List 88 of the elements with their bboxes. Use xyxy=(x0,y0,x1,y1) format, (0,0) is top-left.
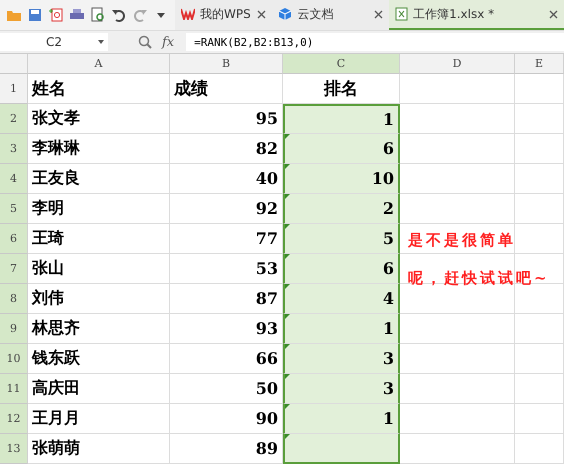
w-logo-icon xyxy=(181,8,195,20)
table-cell: 高庆田 xyxy=(28,374,170,404)
table-cell: 李明 xyxy=(28,194,170,224)
error-flag-icon xyxy=(285,314,290,319)
row-header[interactable]: 10 xyxy=(0,344,28,374)
error-flag-icon xyxy=(285,254,290,259)
row-header[interactable]: 12 xyxy=(0,404,28,434)
row-header[interactable]: 1 xyxy=(0,74,28,104)
document-tab[interactable]: 工作簿1.xlsx * xyxy=(389,0,564,30)
table-cell: 6 xyxy=(283,134,400,164)
document-tab[interactable]: 我的WPS xyxy=(175,0,272,30)
table-cell: 姓名 xyxy=(28,74,170,104)
table-cell: 王友良 xyxy=(28,164,170,194)
error-flag-icon xyxy=(285,224,290,229)
row-header[interactable]: 13 xyxy=(0,434,28,464)
column-header[interactable]: E xyxy=(515,54,564,74)
error-flag-icon xyxy=(285,374,290,379)
table-cell: 3 xyxy=(283,344,400,374)
document-tab[interactable]: 云文档 xyxy=(272,0,390,30)
table-cell: 3 xyxy=(283,374,400,404)
table-cell: 87 xyxy=(170,284,283,314)
error-flag-icon xyxy=(285,434,290,439)
column-header[interactable]: C xyxy=(283,54,400,74)
row-header[interactable]: 5 xyxy=(0,194,28,224)
table-cell: 4 xyxy=(283,284,400,314)
table-cell: 1 xyxy=(283,404,400,434)
column-header[interactable]: D xyxy=(400,54,515,74)
row-header[interactable]: 8 xyxy=(0,284,28,314)
close-icon[interactable] xyxy=(257,10,266,18)
column-header[interactable]: B xyxy=(170,54,283,74)
table-cell: 李琳琳 xyxy=(28,134,170,164)
note-text: 呢，赶快试试吧~ xyxy=(408,270,550,286)
table-cell: 77 xyxy=(170,224,283,254)
cube-icon xyxy=(278,7,292,21)
table-cell: 王月月 xyxy=(28,404,170,434)
row-header[interactable]: 6 xyxy=(0,224,28,254)
table-cell: 89 xyxy=(170,434,283,464)
table-cell: 张山 xyxy=(28,254,170,284)
error-flag-icon xyxy=(285,284,290,289)
error-flag-icon xyxy=(285,344,290,349)
preview-icon[interactable] xyxy=(90,7,106,23)
undo-icon[interactable] xyxy=(111,7,127,23)
function-label[interactable]: fx xyxy=(162,34,174,50)
table-cell: 2 xyxy=(283,194,400,224)
row-header[interactable]: 2 xyxy=(0,104,28,134)
note-text: 是不是很简单 xyxy=(408,232,517,248)
name-box[interactable]: C2 xyxy=(0,33,108,51)
table-cell: 林思齐 xyxy=(28,314,170,344)
table-cell: 排名 xyxy=(283,74,400,104)
table-cell: 张萌萌 xyxy=(28,434,170,464)
close-icon[interactable] xyxy=(549,10,558,18)
save-icon[interactable] xyxy=(27,7,43,23)
export-icon[interactable] xyxy=(48,7,64,23)
row-header[interactable]: 3 xyxy=(0,134,28,164)
error-flag-icon xyxy=(285,194,290,199)
table-cell: 82 xyxy=(170,134,283,164)
table-cell: 90 xyxy=(170,404,283,434)
table-cell: 53 xyxy=(170,254,283,284)
table-cell: 1 xyxy=(283,314,400,344)
corner-cell[interactable] xyxy=(0,54,28,74)
table-cell: 92 xyxy=(170,194,283,224)
table-cell: 5 xyxy=(283,224,400,254)
row-header[interactable]: 4 xyxy=(0,164,28,194)
table-cell: 93 xyxy=(170,314,283,344)
error-flag-icon xyxy=(285,164,290,169)
zoom-icon[interactable] xyxy=(138,35,152,49)
caret-icon[interactable] xyxy=(98,40,104,44)
table-cell: 40 xyxy=(170,164,283,194)
column-header[interactable]: A xyxy=(28,54,170,74)
error-flag-icon xyxy=(285,404,290,409)
close-icon[interactable] xyxy=(374,10,384,18)
table-cell: 成绩 xyxy=(170,74,283,104)
table-cell: 刘伟 xyxy=(28,284,170,314)
spreadsheet-icon xyxy=(395,7,408,21)
table-cell: 95 xyxy=(170,104,283,134)
table-cell: 50 xyxy=(170,374,283,404)
row-header[interactable]: 9 xyxy=(0,314,28,344)
table-cell: 1 xyxy=(283,104,400,134)
formula-field[interactable]: =RANK(B2,B2:B13,0) xyxy=(186,33,564,51)
table-cell: 6 xyxy=(283,254,400,284)
table-cell: 王琦 xyxy=(28,224,170,254)
table-cell: 钱东跃 xyxy=(28,344,170,374)
table-cell: 10 xyxy=(283,164,400,194)
error-flag-icon xyxy=(285,134,290,139)
table-cell: 张文孝 xyxy=(28,104,170,134)
table-cell: 66 xyxy=(170,344,283,374)
row-header[interactable]: 7 xyxy=(0,254,28,284)
row-header[interactable]: 11 xyxy=(0,374,28,404)
